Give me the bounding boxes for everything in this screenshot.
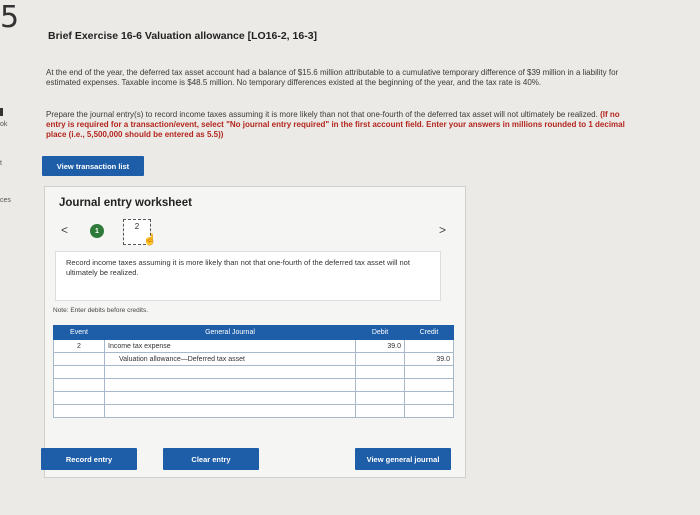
view-general-journal-button[interactable]: View general journal (355, 448, 451, 470)
journal-entry-worksheet: Journal entry worksheet < 1 2 ☝ > Record… (41, 186, 466, 478)
table-row (53, 391, 454, 405)
sidebar-fragment-ok: ok (0, 121, 8, 128)
event-cell (53, 391, 105, 405)
table-row (53, 378, 454, 392)
account-cell[interactable]: Valuation allowance—Deferred tax asset (104, 352, 356, 366)
event-cell (53, 378, 105, 392)
sidebar-mark (0, 108, 3, 116)
account-cell[interactable] (104, 404, 356, 418)
problem-description: At the end of the year, the deferred tax… (46, 68, 619, 87)
event-cell (53, 404, 105, 418)
table-row (53, 365, 454, 379)
credit-cell[interactable] (404, 365, 454, 379)
account-cell[interactable] (104, 378, 356, 392)
col-credit: Credit (404, 325, 454, 340)
debit-cell[interactable] (355, 404, 405, 418)
debit-cell[interactable] (355, 365, 405, 379)
worksheet-title: Journal entry worksheet (59, 197, 192, 209)
exercise-title: Brief Exercise 16-6 Valuation allowance … (48, 30, 318, 42)
debit-cell[interactable] (355, 378, 405, 392)
step-1-badge[interactable]: 1 (90, 224, 104, 238)
hand-cursor-icon: ☝ (143, 234, 157, 246)
debit-cell[interactable]: 39.0 (355, 339, 405, 353)
account-cell[interactable] (104, 365, 356, 379)
view-transaction-list-button[interactable]: View transaction list (42, 156, 144, 176)
journal-table: Event General Journal Debit Credit 2 Inc… (53, 325, 454, 418)
credit-cell[interactable] (404, 339, 454, 353)
sidebar-fragment-ces: ces (0, 197, 11, 204)
table-row: Valuation allowance—Deferred tax asset 3… (53, 352, 454, 366)
debits-note: Note: Enter debits before credits. (53, 307, 149, 314)
record-entry-button[interactable]: Record entry (41, 448, 137, 470)
debit-cell[interactable] (355, 352, 405, 366)
table-row (53, 404, 454, 418)
table-row: 2 Income tax expense 39.0 (53, 339, 454, 353)
credit-cell[interactable] (404, 404, 454, 418)
account-cell[interactable] (104, 391, 356, 405)
clear-entry-button[interactable]: Clear entry (163, 448, 259, 470)
instructions: Prepare the journal entry(s) to record i… (46, 110, 631, 140)
sidebar-fragment-t: t (0, 160, 2, 167)
col-debit: Debit (355, 325, 405, 340)
debit-cell[interactable] (355, 391, 405, 405)
event-cell: 2 (53, 339, 105, 353)
page-number: 5 (0, 0, 20, 35)
account-cell[interactable]: Income tax expense (104, 339, 356, 353)
next-chevron-icon[interactable]: > (439, 223, 446, 237)
credit-cell[interactable]: 39.0 (404, 352, 454, 366)
event-cell (53, 365, 105, 379)
instructions-main: Prepare the journal entry(s) to record i… (46, 110, 598, 119)
credit-cell[interactable] (404, 378, 454, 392)
col-event: Event (53, 325, 105, 340)
credit-cell[interactable] (404, 391, 454, 405)
worksheet-instruction: Record income taxes assuming it is more … (55, 251, 441, 301)
event-cell (53, 352, 105, 366)
prev-chevron-icon[interactable]: < (61, 223, 68, 237)
col-general-journal: General Journal (104, 325, 356, 340)
